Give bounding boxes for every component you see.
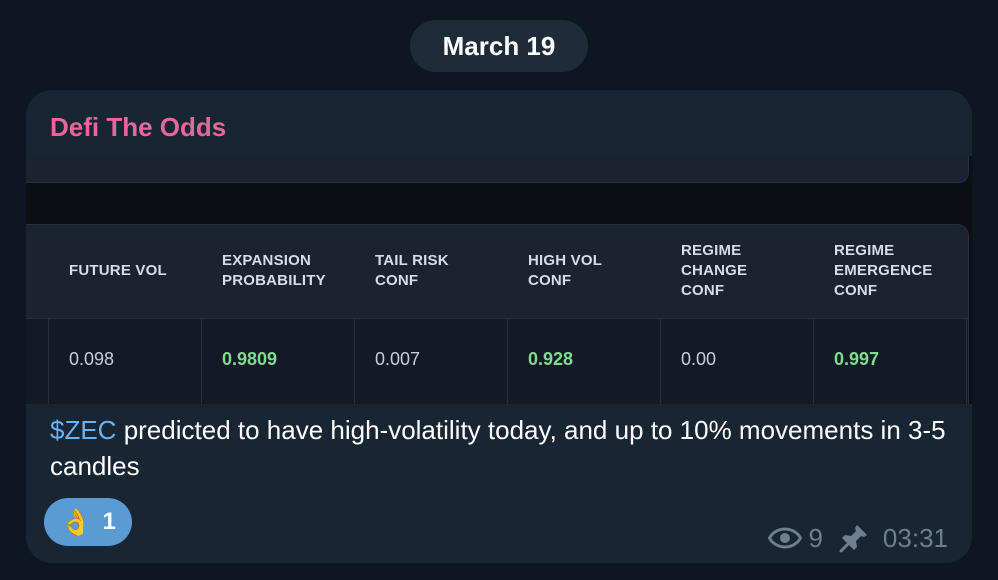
chat-view: March 19 Defi The Odds FUTURE VOL EXPANS… — [0, 0, 998, 580]
sender-name[interactable]: Defi The Odds — [50, 112, 226, 143]
message-meta: 9 03:31 — [768, 520, 948, 556]
column-divider — [201, 319, 202, 404]
header-high-vol-conf: HIGH VOL CONF — [528, 252, 603, 289]
date-separator: March 19 — [410, 20, 588, 72]
table-row: 0.098 0.9809 0.007 0.928 0.00 0.997 — [26, 318, 968, 404]
cell-tail-risk-conf: 0.007 — [375, 348, 421, 369]
column-divider — [660, 319, 661, 404]
message-bubble[interactable]: Defi The Odds FUTURE VOL EXPANSION PROBAB… — [26, 90, 972, 563]
header-regime-emergence-conf: REGIME EMERGENCE CONF — [834, 242, 933, 299]
header-expansion-probability: EXPANSION PROBABILITY — [222, 252, 326, 289]
reaction-button[interactable]: 👌 1 — [44, 498, 132, 546]
date-label: March 19 — [442, 30, 556, 61]
ok-hand-emoji: 👌 — [60, 507, 93, 537]
header-regime-change-conf: REGIME CHANGE CONF — [681, 242, 748, 299]
cell-regime-emergence-conf: 0.997 — [834, 348, 880, 369]
column-divider — [813, 319, 814, 404]
table-header: FUTURE VOL EXPANSION PROBABILITY TAIL RIS… — [26, 225, 968, 317]
cell-regime-change-conf: 0.00 — [681, 348, 717, 369]
message-text: $ZEC predicted to have high-volatility t… — [50, 412, 950, 484]
column-divider — [354, 319, 355, 404]
header-tail-risk-conf: TAIL RISK CONF — [375, 252, 449, 289]
cell-expansion-probability: 0.9809 — [222, 348, 278, 369]
message-time: 03:31 — [882, 522, 948, 553]
metrics-table: FUTURE VOL EXPANSION PROBABILITY TAIL RIS… — [26, 224, 969, 404]
column-divider — [507, 319, 508, 404]
column-divider — [48, 319, 49, 404]
image-top-panel — [26, 156, 969, 183]
eye-icon — [768, 527, 803, 549]
cell-future-vol: 0.098 — [69, 348, 115, 369]
cell-high-vol-conf: 0.928 — [528, 348, 574, 369]
view-count: 9 — [808, 522, 823, 553]
attached-image[interactable]: FUTURE VOL EXPANSION PROBABILITY TAIL RIS… — [26, 156, 972, 404]
reaction-count: 1 — [102, 508, 116, 535]
pin-icon — [839, 525, 867, 553]
header-future-vol: FUTURE VOL — [69, 262, 167, 279]
cashtag-link[interactable]: $ZEC — [50, 415, 116, 445]
column-divider — [966, 319, 967, 404]
message-body: predicted to have high-volatility today,… — [50, 415, 946, 481]
